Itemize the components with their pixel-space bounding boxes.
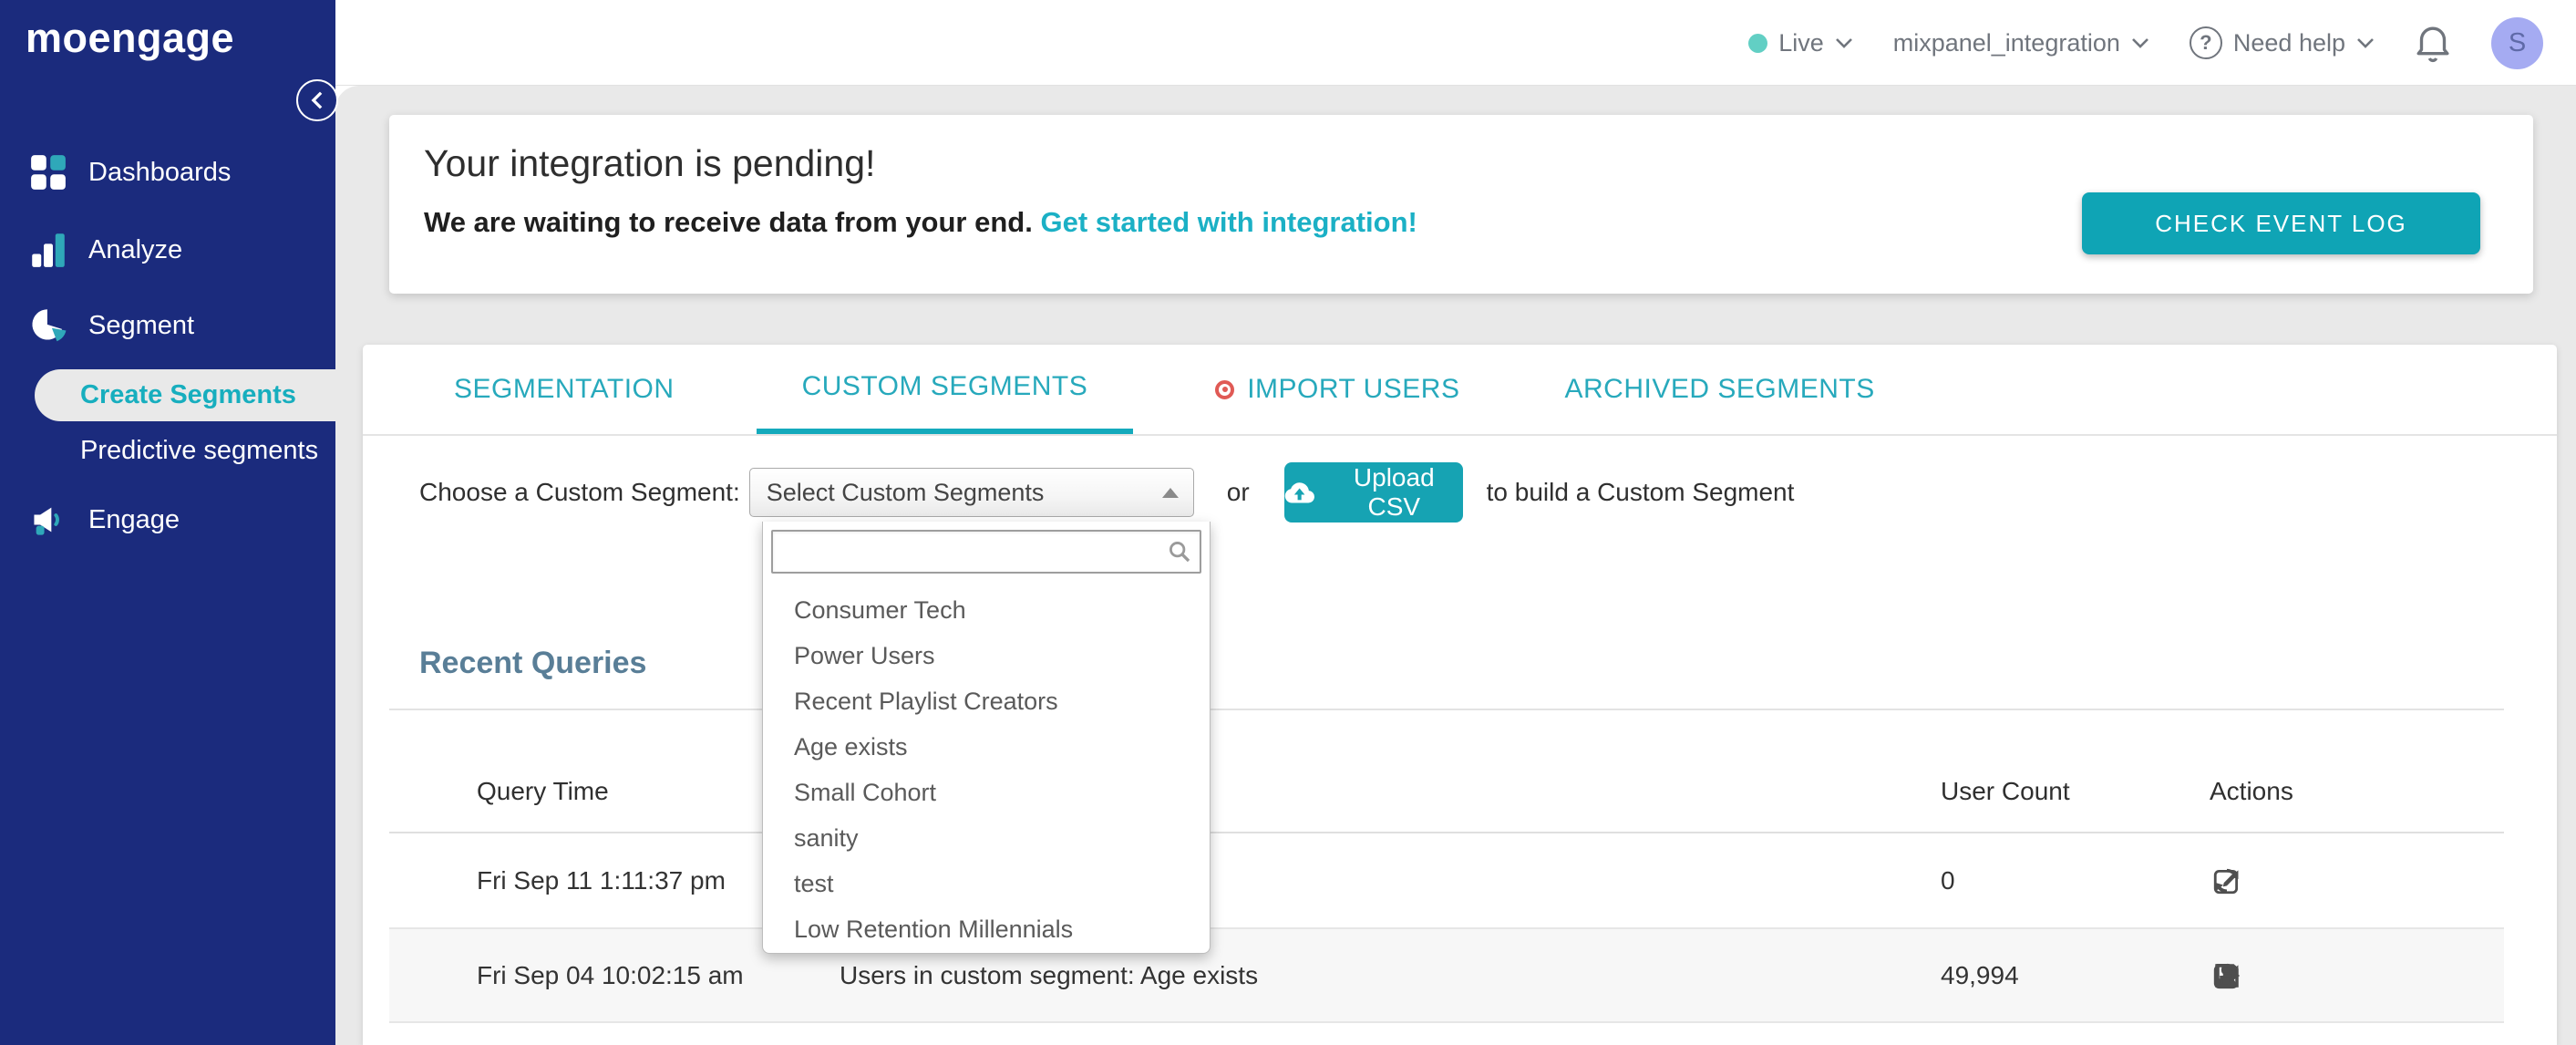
dropdown-option[interactable]: Low Retention Millennials	[763, 906, 1210, 952]
upload-csv-button[interactable]: Upload CSV	[1283, 462, 1463, 522]
dashboards-grid-icon	[31, 155, 66, 190]
search-icon	[1170, 542, 1190, 563]
dropdown-option[interactable]: test	[763, 861, 1210, 906]
moengage-app: Live mixpanel_integration ? Need help S …	[0, 0, 2576, 1045]
table-header-row: Query Time User Count Actions	[389, 709, 2504, 833]
tab-import-users[interactable]: IMPORT USERS	[1192, 345, 1482, 434]
dropdown-options-list: Consumer Tech Power Users Recent Playlis…	[763, 587, 1210, 952]
environment-selector[interactable]: Live	[1748, 29, 1853, 57]
dropdown-option[interactable]: Age exists	[763, 724, 1210, 770]
sidebar-subitem-label: Predictive segments	[80, 435, 319, 465]
chevron-down-icon	[2131, 37, 2148, 48]
user-count-cell: 0	[1941, 865, 1955, 895]
need-help-menu[interactable]: ? Need help	[2189, 26, 2375, 59]
dropdown-option[interactable]: sanity	[763, 815, 1210, 861]
custom-segment-dropdown: Consumer Tech Power Users Recent Playlis…	[762, 522, 1211, 954]
get-started-link[interactable]: Get started with integration!	[1040, 206, 1417, 238]
help-question-icon: ?	[2189, 26, 2222, 59]
sidebar-item-analyze[interactable]: Analyze	[0, 221, 335, 279]
cloud-upload-icon	[1284, 482, 1314, 503]
column-header-actions: Actions	[2210, 777, 2293, 805]
dropdown-option[interactable]: Power Users	[763, 633, 1210, 678]
edit-icon[interactable]	[2210, 864, 2244, 898]
notifications-bell-icon[interactable]	[2415, 23, 2451, 63]
table-row: Fri Sep 04 10:02:15 am Users in custom s…	[389, 929, 2504, 1023]
sidebar-item-label: Dashboards	[88, 157, 232, 187]
sidebar-item-dashboards[interactable]: Dashboards	[0, 143, 335, 202]
recent-queries-heading: Recent Queries	[419, 646, 647, 680]
sidebar-item-segment[interactable]: Segment	[0, 296, 335, 355]
table-row: Fri Sep 11 1:11:37 pm 0	[389, 833, 2504, 929]
app-name-label: mixpanel_integration	[1892, 28, 2120, 57]
chevron-down-icon	[2357, 37, 2374, 48]
recent-queries-table: Query Time User Count Actions Fri Sep 11…	[389, 709, 2504, 1023]
column-header-user-count: User Count	[1941, 777, 2070, 805]
tab-archived-segments[interactable]: ARCHIVED SEGMENTS	[1541, 345, 1897, 434]
segment-pie-icon	[32, 309, 67, 342]
moengage-logo[interactable]: moengage	[26, 15, 234, 62]
chevron-down-icon	[1835, 37, 1852, 48]
sidebar-item-label: Engage	[88, 504, 180, 534]
live-status-dot	[1748, 33, 1768, 53]
select-value: Select Custom Segments	[766, 478, 1045, 506]
segments-tab-bar: SEGMENTATION CUSTOM SEGMENTS IMPORT USER…	[363, 345, 2557, 436]
analyze-bars-icon	[32, 233, 65, 267]
chevron-left-icon	[311, 91, 323, 109]
column-header-query-time: Query Time	[477, 777, 609, 805]
sidebar-nav: moengage Dashboards Analyze Segment Crea…	[0, 0, 338, 1045]
tab-label: SEGMENTATION	[454, 374, 675, 404]
sidebar-subitem-label: Create Segments	[80, 380, 296, 409]
sidebar-item-label: Segment	[88, 310, 195, 340]
tab-custom-segments[interactable]: CUSTOM SEGMENTS	[756, 345, 1134, 434]
banner-message: We are waiting to receive data from your…	[424, 206, 1417, 239]
custom-segment-chooser-row: Choose a Custom Segment: Select Custom S…	[363, 456, 2557, 529]
top-bar-right-cluster: Live mixpanel_integration ? Need help S	[1748, 0, 2543, 86]
check-event-log-button[interactable]: CHECK EVENT LOG	[2082, 192, 2480, 254]
sidebar-item-create-segments[interactable]: Create Segments	[35, 369, 335, 421]
export-icon[interactable]	[2210, 958, 2244, 993]
dropdown-search	[771, 530, 1201, 574]
query-time-cell: Fri Sep 11 1:11:37 pm	[477, 865, 726, 895]
tab-label: CUSTOM SEGMENTS	[801, 371, 1088, 401]
top-bar: Live mixpanel_integration ? Need help S	[0, 0, 2576, 86]
chooser-label: Choose a Custom Segment:	[419, 478, 740, 506]
triangle-up-icon	[1161, 487, 1179, 498]
environment-label: Live	[1778, 28, 1824, 57]
dropdown-option[interactable]: Recent Playlist Creators	[763, 678, 1210, 724]
dropdown-search-input[interactable]	[771, 530, 1201, 574]
upload-csv-label: Upload CSV	[1353, 463, 1435, 521]
chooser-suffix-text: to build a Custom Segment	[1486, 478, 1795, 506]
tab-label: IMPORT USERS	[1247, 374, 1460, 404]
need-help-label: Need help	[2232, 28, 2345, 57]
banner-title: Your integration is pending!	[424, 142, 876, 184]
segments-panel: SEGMENTATION CUSTOM SEGMENTS IMPORT USER…	[363, 345, 2557, 1045]
banner-message-text: We are waiting to receive data from your…	[424, 206, 1033, 238]
custom-segment-select[interactable]: Select Custom Segments	[748, 468, 1194, 517]
sidebar-item-label: Analyze	[88, 234, 183, 264]
app-selector[interactable]: mixpanel_integration	[1893, 29, 2149, 57]
record-dot-icon	[1215, 379, 1235, 399]
integration-pending-banner: Your integration is pending! We are wait…	[389, 115, 2533, 294]
sidebar-item-predictive-segments[interactable]: Predictive segments	[80, 428, 335, 473]
tab-label: ARCHIVED SEGMENTS	[1564, 374, 1875, 404]
dropdown-option[interactable]: Small Cohort	[763, 770, 1210, 815]
dropdown-option[interactable]: Consumer Tech	[763, 587, 1210, 633]
engage-megaphone-icon	[34, 507, 59, 535]
sidebar-collapse-button[interactable]	[296, 79, 338, 121]
tab-segmentation[interactable]: SEGMENTATION	[431, 345, 697, 434]
query-time-cell: Fri Sep 04 10:02:15 am	[477, 960, 744, 989]
user-count-cell: 49,994	[1941, 960, 2019, 989]
query-cell: Users in custom segment: Age exists	[840, 960, 1259, 989]
user-avatar[interactable]: S	[2491, 16, 2543, 69]
or-text: or	[1226, 478, 1250, 506]
sidebar-item-engage[interactable]: Engage	[0, 491, 335, 549]
